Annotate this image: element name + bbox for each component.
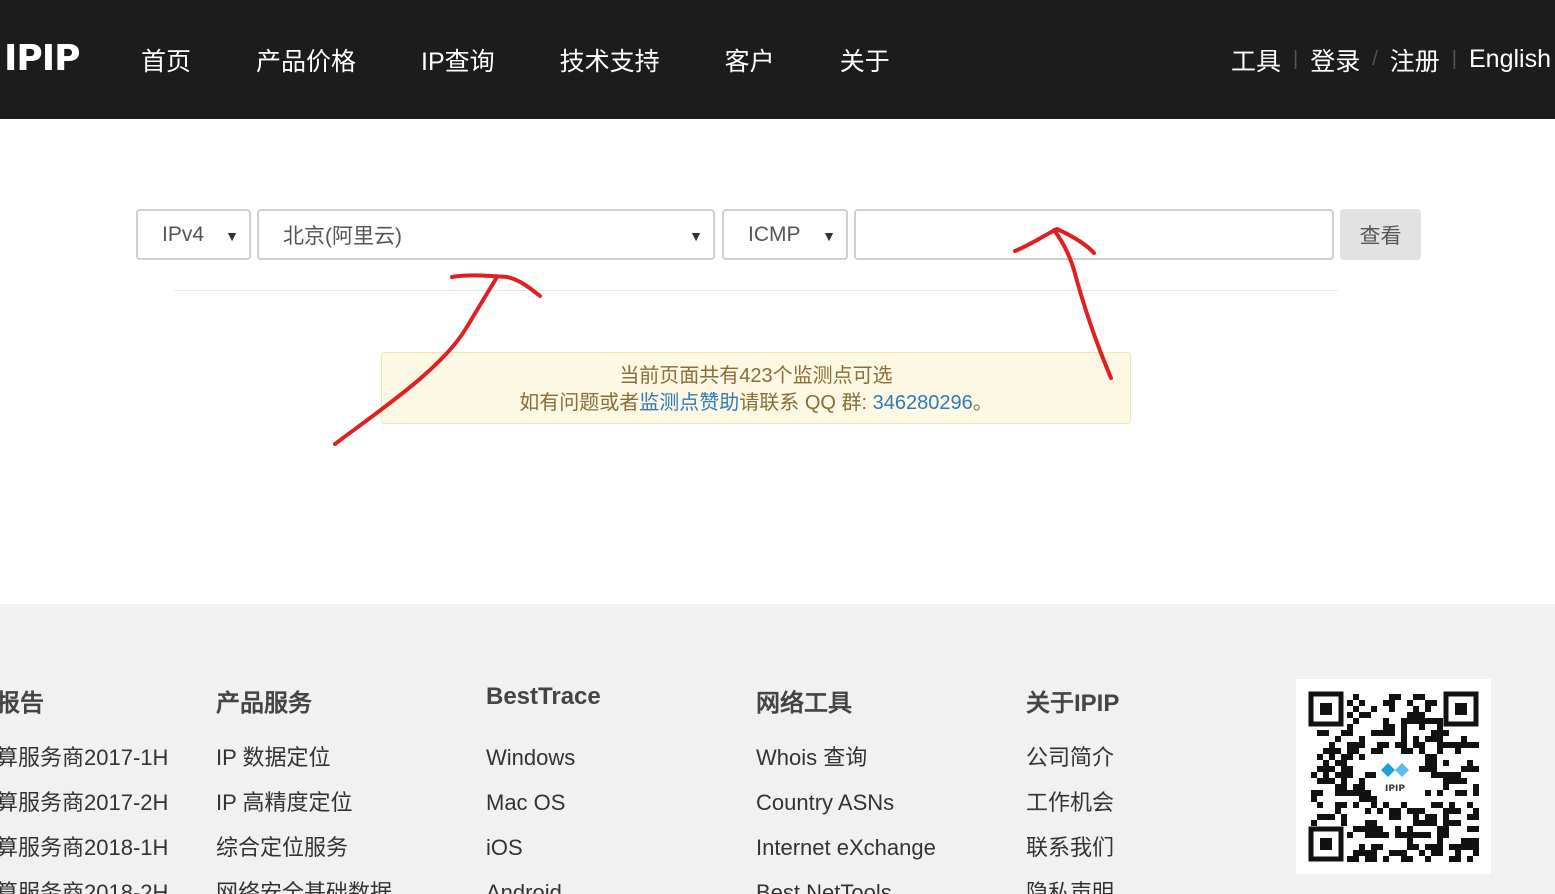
nav-about[interactable]: 关于 <box>840 42 890 78</box>
nav-separator: | <box>1451 48 1457 70</box>
chevron-down-icon: ▼ <box>225 228 239 244</box>
footer-link[interactable]: 综合定位服务 <box>216 834 392 879</box>
nav-customers[interactable]: 客户 <box>725 42 775 78</box>
footer: 报告 算服务商2017-1H 算服务商2017-2H 算服务商2018-1H 算… <box>0 604 1555 894</box>
footer-link[interactable]: Whois 查询 <box>756 744 936 789</box>
footer-link[interactable]: 工作机会 <box>1026 789 1114 834</box>
nav-pricing[interactable]: 产品价格 <box>256 42 356 78</box>
nav-ip-lookup[interactable]: IP查询 <box>421 42 495 78</box>
qq-group-link[interactable]: 346280296 <box>873 392 973 414</box>
monitor-notice: 当前页面共有423个监测点可选 如有问题或者监测点赞助请联系 QQ 群: 346… <box>381 352 1131 424</box>
node-value: 北京(阿里云) <box>283 224 402 248</box>
footer-col-title: BestTrace <box>486 683 601 710</box>
qr-code-icon: IPIP <box>1308 691 1479 862</box>
footer-link[interactable]: 网络安全基础数据 <box>216 879 392 894</box>
nav-register[interactable]: 注册 <box>1390 42 1440 78</box>
view-button[interactable]: 查看 <box>1340 209 1421 260</box>
notice-line-1: 当前页面共有423个监测点可选 <box>619 365 893 387</box>
footer-link[interactable]: Internet eXchange <box>756 834 936 879</box>
footer-link[interactable]: 算服务商2018-2H <box>0 879 168 894</box>
nav-login[interactable]: 登录 <box>1310 42 1360 78</box>
nav-separator: | <box>1293 48 1299 70</box>
footer-link[interactable]: Android <box>486 879 575 894</box>
user-nav: 工具 | 登录 / 注册 | English <box>1231 0 1551 119</box>
footer-col-title: 网络工具 <box>756 690 852 717</box>
footer-link[interactable]: 隐私声明 <box>1026 879 1114 894</box>
footer-col-title: 报告 <box>0 690 44 717</box>
footer-link[interactable]: IP 高精度定位 <box>216 789 392 834</box>
notice-line-2: 如有问题或者监测点赞助请联系 QQ 群: 346280296。 <box>519 392 993 414</box>
footer-link[interactable]: 算服务商2017-2H <box>0 789 168 834</box>
footer-col-title: 产品服务 <box>216 690 312 717</box>
footer-link[interactable]: Country ASNs <box>756 789 936 834</box>
logo-text: IPIP <box>4 37 81 79</box>
footer-link[interactable]: 联系我们 <box>1026 834 1114 879</box>
footer-link[interactable]: 算服务商2017-1H <box>0 744 168 789</box>
sponsor-link[interactable]: 监测点赞助 <box>639 392 739 414</box>
footer-col-title: 关于IPIP <box>1026 690 1120 717</box>
wechat-qr-code: IPIP <box>1296 679 1491 874</box>
chevron-down-icon: ▼ <box>689 228 703 244</box>
main-nav: 首页 产品价格 IP查询 技术支持 客户 关于 <box>141 0 955 119</box>
footer-link[interactable]: iOS <box>486 834 575 879</box>
nav-english[interactable]: English <box>1469 45 1551 74</box>
divider <box>174 290 1338 291</box>
method-select[interactable]: ICMP ▼ <box>722 209 848 260</box>
chevron-down-icon: ▼ <box>822 228 836 244</box>
nav-support[interactable]: 技术支持 <box>560 42 660 78</box>
qr-logo-text: IPIP <box>1385 784 1405 794</box>
nav-home[interactable]: 首页 <box>141 42 191 78</box>
protocol-select[interactable]: IPv4 ▼ <box>136 209 251 260</box>
footer-link[interactable]: Windows <box>486 744 575 789</box>
nav-separator: / <box>1372 48 1378 70</box>
footer-link[interactable]: Mac OS <box>486 789 575 834</box>
nav-tools[interactable]: 工具 <box>1231 42 1281 78</box>
method-value: ICMP <box>748 222 801 246</box>
footer-link[interactable]: 算服务商2018-1H <box>0 834 168 879</box>
target-host-input[interactable] <box>854 209 1334 260</box>
footer-link[interactable]: IP 数据定位 <box>216 744 392 789</box>
ipip-logo[interactable]: IPIP <box>4 37 81 79</box>
node-select[interactable]: 北京(阿里云) ▼ <box>257 209 715 260</box>
footer-link[interactable]: Best NetTools <box>756 879 936 894</box>
footer-link[interactable]: 公司简介 <box>1026 744 1114 789</box>
protocol-value: IPv4 <box>162 222 205 246</box>
top-navbar: IPIP 首页 产品价格 IP查询 技术支持 客户 关于 工具 | 登录 / 注… <box>0 0 1555 119</box>
